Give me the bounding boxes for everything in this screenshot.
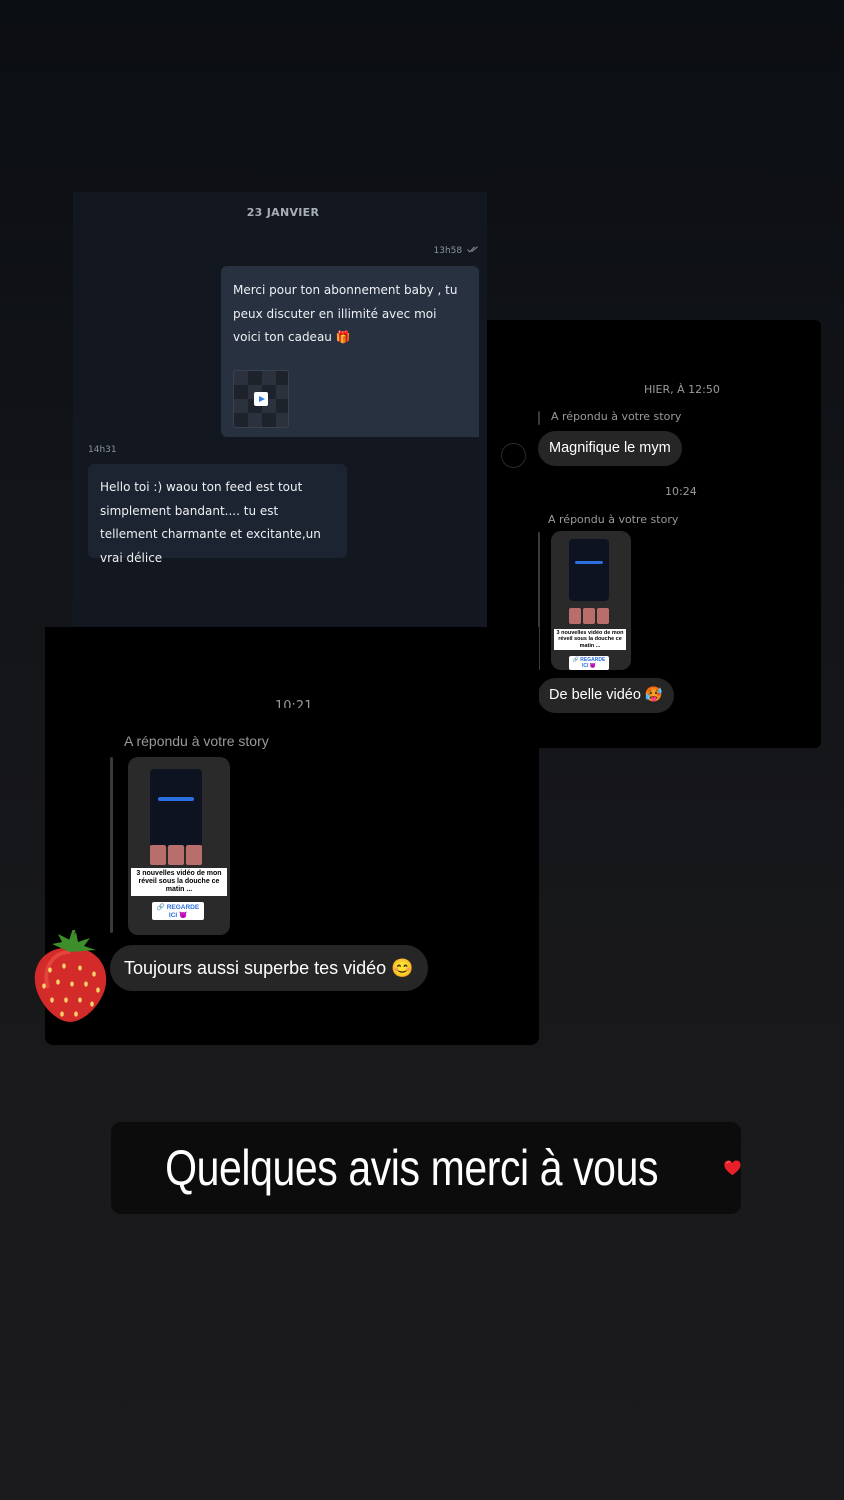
chat-screenshot-card: 23 JANVIER 13h58 Merci pour ton abonneme…	[73, 192, 487, 632]
incoming-message-text: Hello toi :) waou ton feed est tout simp…	[100, 480, 321, 565]
date-separator: 23 JANVIER	[246, 206, 320, 219]
story-button-bar	[158, 797, 194, 801]
banner-text: Quelques avis merci à vous	[165, 1140, 659, 1196]
timestamp-yesterday: HIER, À 12:50	[644, 383, 720, 396]
strawberry-icon	[34, 930, 107, 1022]
story-thumbnail[interactable]: 3 nouvelles vidéo de mon réveil sous la …	[551, 531, 631, 670]
gift-video-thumbnail[interactable]	[233, 370, 289, 428]
story-link-sticker: 🔗 REGARDE ICI 😈	[152, 902, 204, 920]
story-video-row	[150, 845, 202, 865]
heart-icon	[724, 1160, 741, 1176]
story-caption: 3 nouvelles vidéo de mon réveil sous la …	[131, 868, 227, 897]
reply-bar	[110, 757, 113, 933]
play-video-icon	[254, 392, 268, 406]
story-screen	[150, 769, 202, 847]
cut-timestamp: 10:21	[275, 699, 313, 708]
story-screen	[569, 539, 609, 601]
message-bubble[interactable]: De belle vidéo 🥵	[538, 678, 674, 713]
message-bubble[interactable]: Magnifique le mym	[538, 431, 682, 466]
story-reply-label: A répondu à votre story	[551, 410, 682, 423]
message-bubble[interactable]: Toujours aussi superbe tes vidéo 😊	[110, 945, 428, 991]
story-thumbnail[interactable]: 3 nouvelles vidéo de mon réveil sous la …	[128, 757, 230, 935]
outgoing-time: 13h58	[434, 246, 479, 256]
dm-screenshot-card-bottom: 10:21 A répondu à votre story 3 nouvelle…	[45, 627, 539, 1045]
incoming-time: 14h31	[88, 445, 117, 455]
timestamp-time: 10:24	[665, 485, 697, 498]
read-checkmarks-icon	[467, 246, 478, 253]
story-link-sticker: 🔗 REGARDE ICI 😈	[569, 656, 609, 670]
caption-banner: Quelques avis merci à vous	[111, 1122, 741, 1214]
avatar[interactable]	[501, 443, 526, 468]
story-caption: 3 nouvelles vidéo de mon réveil sous la …	[554, 629, 626, 650]
story-reply-label: A répondu à votre story	[548, 513, 679, 526]
story-button-bar	[575, 561, 603, 564]
reply-bar	[538, 411, 540, 425]
story-video-row	[569, 608, 609, 624]
outgoing-message-text: Merci pour ton abonnement baby , tu peux…	[233, 283, 458, 344]
incoming-message-bubble[interactable]: Hello toi :) waou ton feed est tout simp…	[88, 464, 347, 565]
story-reply-label: A répondu à votre story	[124, 733, 269, 749]
outgoing-message-bubble[interactable]: Merci pour ton abonnement baby , tu peux…	[221, 266, 479, 437]
